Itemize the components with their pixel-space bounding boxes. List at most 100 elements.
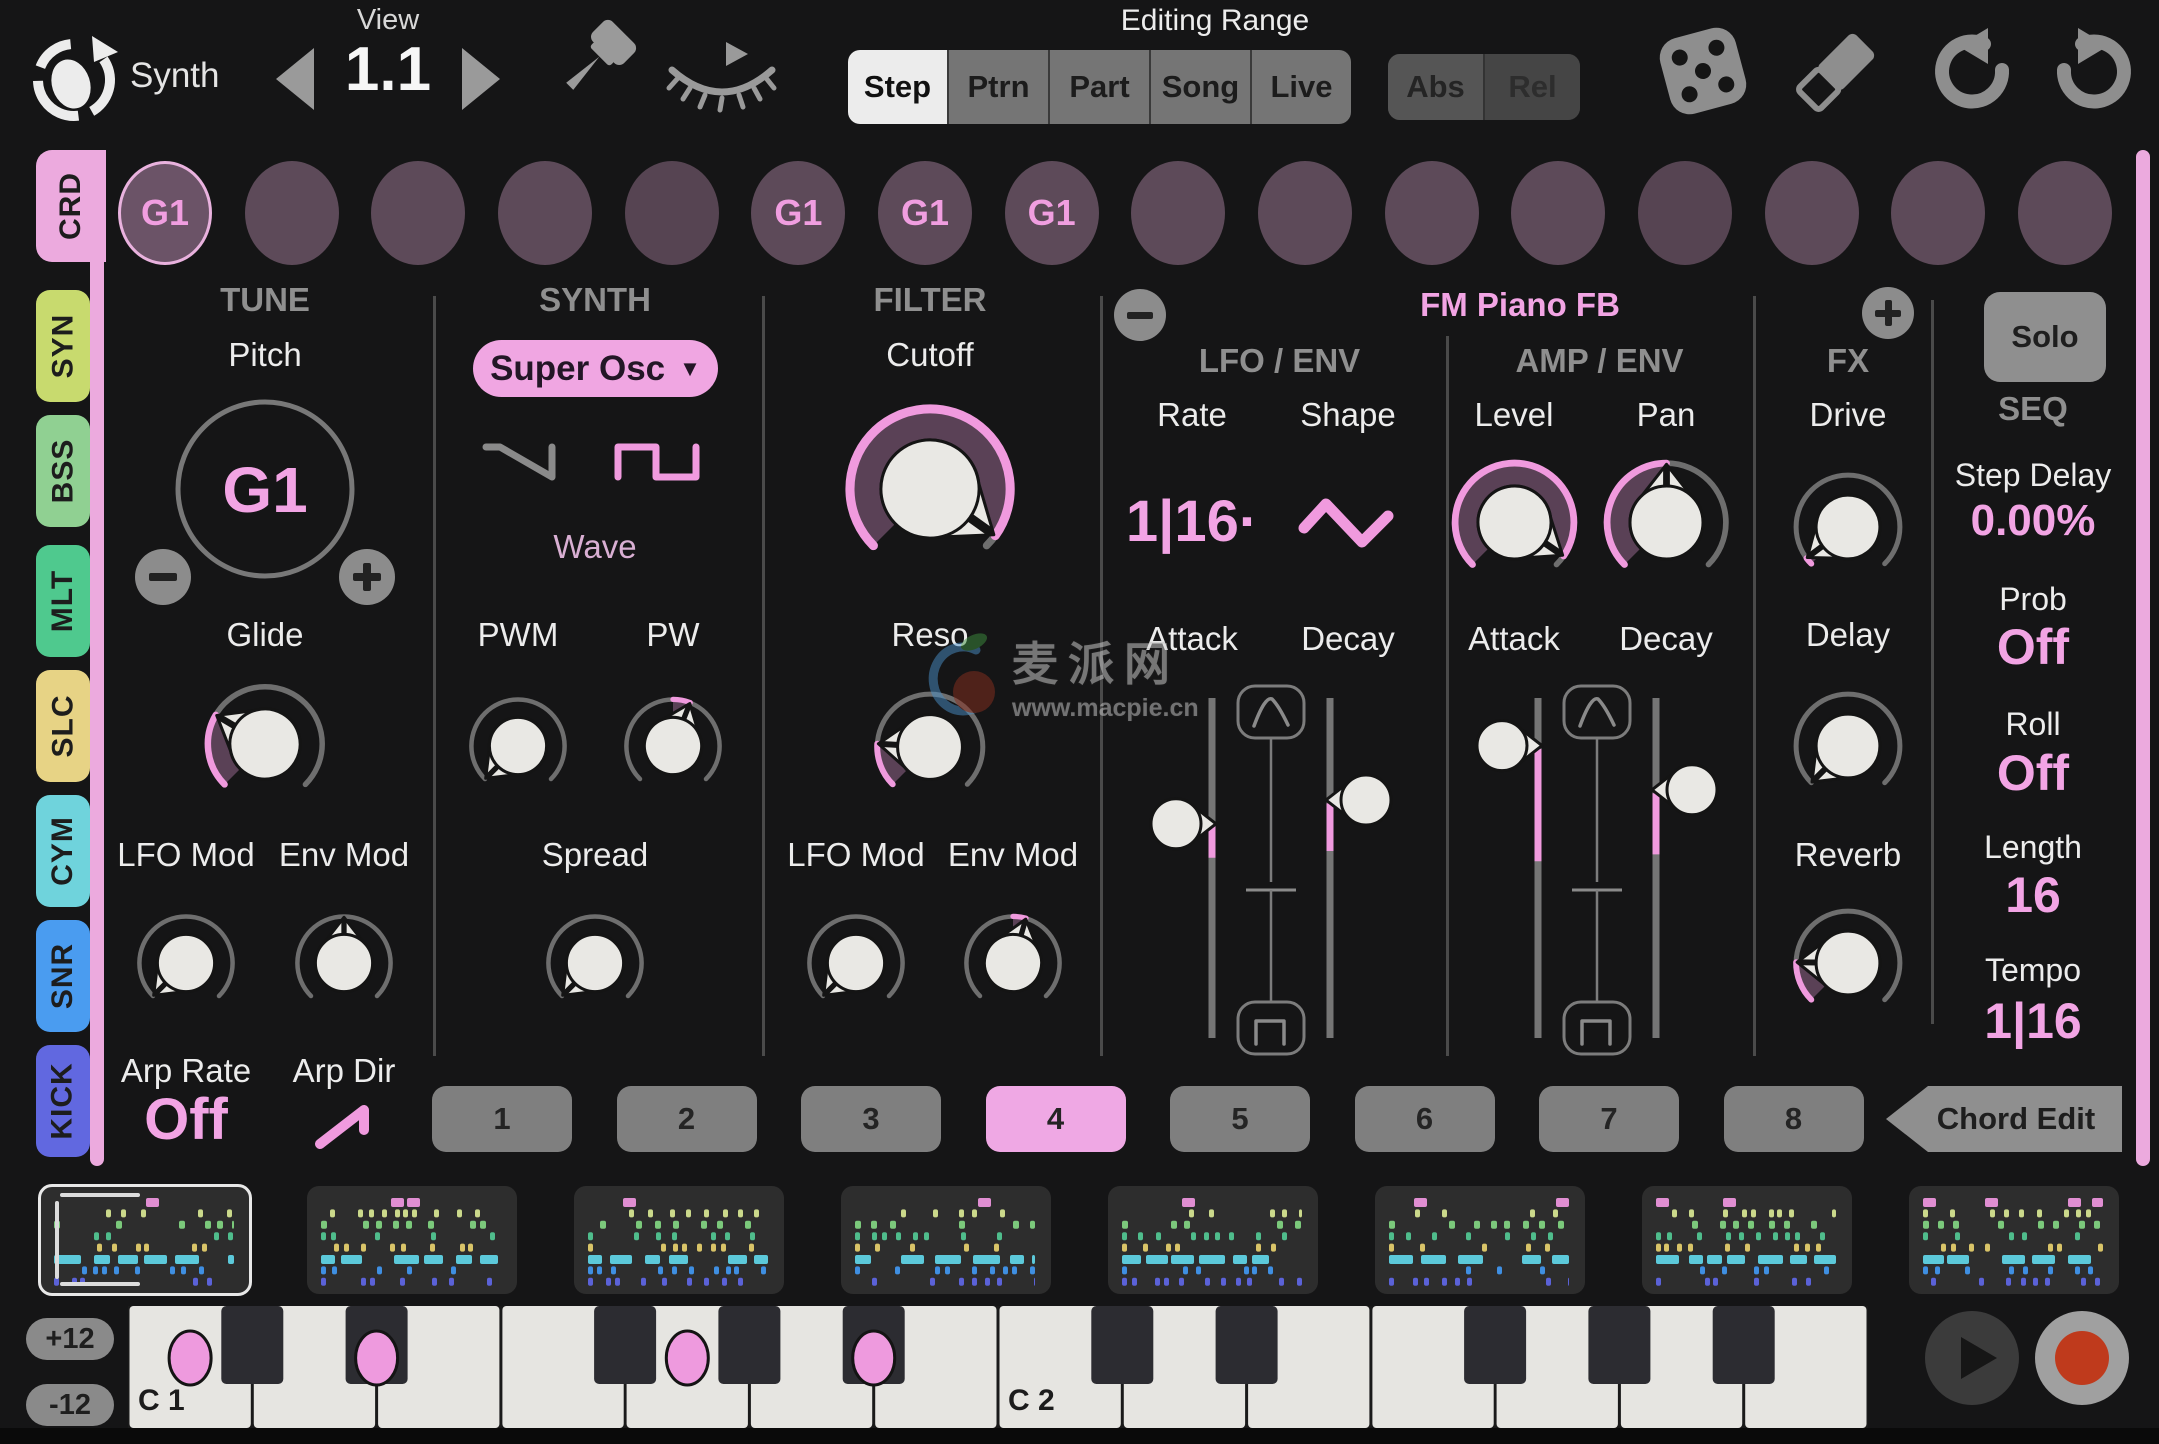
- play-button[interactable]: [1925, 1311, 2019, 1405]
- black-key-5[interactable]: [718, 1306, 780, 1384]
- view-next-button[interactable]: [462, 48, 500, 110]
- black-key-13[interactable]: [1713, 1306, 1775, 1384]
- redo-icon[interactable]: [2048, 22, 2148, 122]
- pin-icon[interactable]: [540, 14, 650, 124]
- lfo-shape-triangle-icon[interactable]: [1296, 490, 1400, 558]
- dice-randomize-icon[interactable]: [1648, 16, 1758, 126]
- chord-edit-button[interactable]: Chord Edit: [1886, 1086, 2122, 1152]
- seq-step-delay-value[interactable]: 0.00%: [1923, 496, 2143, 546]
- track-tab-syn[interactable]: SYN: [36, 290, 90, 402]
- range-tab-live[interactable]: Live: [1252, 50, 1351, 124]
- black-key-8[interactable]: [1091, 1306, 1153, 1384]
- step-12[interactable]: [1511, 161, 1605, 265]
- pwm-knob[interactable]: [465, 693, 571, 799]
- cutoff-knob[interactable]: [839, 398, 1021, 580]
- track-tab-bss[interactable]: BSS: [36, 415, 90, 527]
- step-15[interactable]: [1891, 161, 1985, 265]
- hide-eye-icon[interactable]: [664, 40, 780, 124]
- pitch-minus-button[interactable]: [135, 549, 191, 605]
- amp-env-sliders[interactable]: [1448, 684, 1752, 1056]
- group-plus-button[interactable]: [1862, 287, 1914, 339]
- black-key-9[interactable]: [1216, 1306, 1278, 1384]
- seq-tempo-value[interactable]: 1|16: [1923, 992, 2143, 1050]
- reverb-knob[interactable]: [1789, 904, 1907, 1022]
- tune-env-mod-knob[interactable]: [291, 910, 397, 1016]
- range-tab-part[interactable]: Part: [1050, 50, 1151, 124]
- pitch-dial[interactable]: G1: [173, 397, 357, 581]
- filter-lfo-mod-knob[interactable]: [803, 910, 909, 1016]
- black-key-1[interactable]: [221, 1306, 283, 1384]
- piano-keyboard[interactable]: [128, 1306, 1868, 1428]
- lfo-rate-value[interactable]: 1|16·: [1082, 488, 1302, 555]
- delay-knob[interactable]: [1789, 687, 1907, 805]
- step-5[interactable]: [625, 161, 719, 265]
- pattern-button-7[interactable]: 7: [1539, 1086, 1679, 1152]
- range-tab-ptrn[interactable]: Ptrn: [949, 50, 1050, 124]
- amp-attack-handle[interactable]: [1477, 721, 1542, 771]
- group-minus-button[interactable]: [1114, 289, 1166, 341]
- wave-square-icon[interactable]: [612, 430, 708, 494]
- track-tab-slc[interactable]: SLC: [36, 670, 90, 782]
- step-11[interactable]: [1385, 161, 1479, 265]
- step-3[interactable]: [371, 161, 465, 265]
- pattern-thumbnail-8[interactable]: [1909, 1186, 2119, 1294]
- seq-length-value[interactable]: 16: [1923, 866, 2143, 924]
- seq-prob-value[interactable]: Off: [1923, 618, 2143, 676]
- pattern-thumbnail-1[interactable]: [40, 1186, 250, 1294]
- step-1[interactable]: G1: [118, 161, 212, 265]
- wave-saw-icon[interactable]: [478, 430, 574, 494]
- pattern-thumbnail-6[interactable]: [1375, 1186, 1585, 1294]
- black-key-12[interactable]: [1588, 1306, 1650, 1384]
- drive-knob[interactable]: [1789, 468, 1907, 586]
- pattern-thumbnail-3[interactable]: [574, 1186, 784, 1294]
- track-tab-snr[interactable]: SNR: [36, 920, 90, 1032]
- range-tab-step[interactable]: Step: [848, 50, 949, 124]
- glide-knob[interactable]: [200, 679, 330, 809]
- pattern-button-1[interactable]: 1: [432, 1086, 572, 1152]
- tune-lfo-mod-knob[interactable]: [133, 910, 239, 1016]
- arp-dir-ramp-up-icon[interactable]: [314, 1092, 378, 1156]
- undo-icon[interactable]: [1918, 22, 2018, 122]
- spread-knob[interactable]: [542, 910, 648, 1016]
- toggle-abs[interactable]: Abs: [1388, 54, 1485, 120]
- osc-type-dropdown[interactable]: Super Osc ▼: [473, 340, 718, 397]
- pw-knob[interactable]: [620, 693, 726, 799]
- step-16[interactable]: [2018, 161, 2112, 265]
- pattern-thumbnail-5[interactable]: [1108, 1186, 1318, 1294]
- pattern-button-5[interactable]: 5: [1170, 1086, 1310, 1152]
- track-tab-kick[interactable]: KICK: [36, 1045, 90, 1157]
- reso-knob[interactable]: [870, 687, 990, 807]
- black-key-11[interactable]: [1464, 1306, 1526, 1384]
- pitch-plus-button[interactable]: [339, 549, 395, 605]
- pan-knob[interactable]: [1599, 455, 1734, 590]
- step-8[interactable]: G1: [1005, 161, 1099, 265]
- solo-button[interactable]: Solo: [1984, 292, 2106, 382]
- patch-name[interactable]: FM Piano FB: [1320, 286, 1720, 324]
- pattern-thumbnail-2[interactable]: [307, 1186, 517, 1294]
- record-button[interactable]: [2035, 1311, 2129, 1405]
- track-tab-cym[interactable]: CYM: [36, 795, 90, 907]
- pattern-button-4[interactable]: 4: [986, 1086, 1126, 1152]
- arp-rate-value[interactable]: Off: [86, 1086, 286, 1153]
- lfo-decay-handle[interactable]: [1326, 775, 1391, 825]
- step-4[interactable]: [498, 161, 592, 265]
- amp-decay-handle[interactable]: [1652, 765, 1717, 815]
- seq-roll-value[interactable]: Off: [1923, 744, 2143, 802]
- range-tab-song[interactable]: Song: [1151, 50, 1252, 124]
- pattern-button-6[interactable]: 6: [1355, 1086, 1495, 1152]
- pattern-button-2[interactable]: 2: [617, 1086, 757, 1152]
- pattern-thumbnail-7[interactable]: [1642, 1186, 1852, 1294]
- eraser-icon[interactable]: [1782, 16, 1892, 126]
- track-tab-mlt[interactable]: MLT: [36, 545, 90, 657]
- step-10[interactable]: [1258, 161, 1352, 265]
- transpose-up-button[interactable]: +12: [26, 1318, 114, 1360]
- step-2[interactable]: [245, 161, 339, 265]
- toggle-rel[interactable]: Rel: [1485, 54, 1580, 120]
- step-13[interactable]: [1638, 161, 1732, 265]
- filter-env-mod-knob[interactable]: [960, 910, 1066, 1016]
- black-key-4[interactable]: [594, 1306, 656, 1384]
- step-7[interactable]: G1: [878, 161, 972, 265]
- lfo-env-sliders[interactable]: [1113, 684, 1445, 1056]
- step-9[interactable]: [1131, 161, 1225, 265]
- transpose-down-button[interactable]: -12: [26, 1384, 114, 1426]
